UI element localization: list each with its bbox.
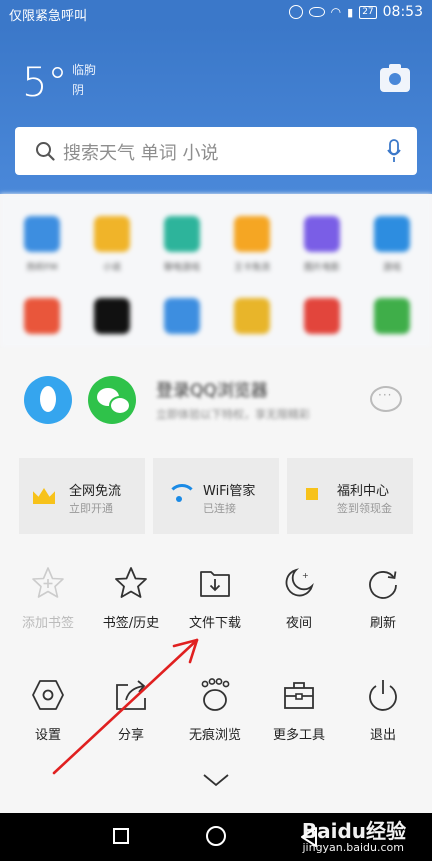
- menu-incognito[interactable]: 无痕浏览: [172, 678, 258, 768]
- menu-file-download[interactable]: 文件下载: [172, 566, 258, 656]
- power-icon: [369, 680, 397, 711]
- battery-indicator: 27: [359, 5, 377, 19]
- system-nav-bar: Baidu经验 jingyan.baidu.com: [0, 813, 432, 861]
- service-card-welfare[interactable]: 福利中心 签到领现金: [287, 458, 413, 534]
- eye-comfort-icon: [308, 7, 325, 17]
- shortcut-tile[interactable]: [234, 216, 270, 252]
- menu-bookmarks-history[interactable]: 书签/历史: [88, 566, 174, 656]
- service-title: 福利中心: [337, 484, 390, 499]
- menu-label: 退出: [369, 728, 396, 743]
- signal-icon: ▮: [347, 5, 354, 19]
- service-title: 全网免流: [69, 484, 122, 499]
- share-icon: [116, 680, 146, 710]
- shortcut-tile[interactable]: [374, 298, 410, 334]
- wifi-status-icon: ◠: [330, 5, 342, 19]
- crown-icon: [33, 488, 55, 504]
- settings-hexagon-icon: [32, 680, 64, 710]
- incognito-paw-icon: [201, 678, 230, 711]
- menu-label: 文件下载: [188, 616, 241, 631]
- shortcut-tile[interactable]: [304, 216, 340, 252]
- message-icon[interactable]: [370, 386, 402, 412]
- svg-text:+: +: [302, 571, 309, 580]
- clock: 08:53: [382, 4, 423, 20]
- wechat-login-icon[interactable]: [88, 376, 136, 424]
- search-icon: [36, 142, 55, 161]
- wifi-icon: [167, 484, 191, 502]
- search-bar[interactable]: 搜索天气 单词 小说: [15, 127, 417, 175]
- collapse-chevron-icon[interactable]: [202, 773, 230, 787]
- shortcut-tile[interactable]: [164, 298, 200, 334]
- moon-icon: +: [285, 568, 314, 597]
- menu-more-tools[interactable]: 更多工具: [256, 678, 342, 768]
- shortcut-tile[interactable]: [94, 298, 130, 334]
- qq-login-icon[interactable]: [24, 376, 72, 424]
- status-icons: ◠ ▮ 27 08:53: [288, 4, 423, 20]
- shortcut-caption: 小说: [102, 263, 121, 273]
- star-icon: [115, 567, 147, 598]
- gift-icon: [306, 488, 318, 500]
- menu-label: 分享: [117, 728, 144, 743]
- shortcut-tile[interactable]: [304, 298, 340, 334]
- menu-exit[interactable]: 退出: [340, 678, 426, 768]
- menu-label: 夜间: [285, 616, 312, 631]
- login-subtitle: 立即体验以下特权，享无限精彩: [156, 408, 310, 421]
- menu-refresh[interactable]: 刷新: [340, 566, 426, 656]
- shortcut-caption: 图片电影: [303, 263, 340, 273]
- weather-location-block[interactable]: 临朐 阴: [72, 60, 96, 100]
- add-bookmark-icon: [32, 567, 64, 598]
- service-card-free-data[interactable]: 全网免流 立即开通: [19, 458, 145, 534]
- menu-label: 添加书签: [21, 616, 74, 631]
- service-subtitle: 签到领现金: [337, 502, 392, 515]
- login-title: 登录QQ浏览器: [156, 381, 268, 401]
- menu-label: 刷新: [369, 616, 396, 631]
- browser-home-background: 5° 临朐 阴 搜索天气 单词 小说 热听FM 小说 聊电游戏 王卡免流 图片电…: [0, 26, 432, 348]
- weather-condition: 阴: [72, 83, 85, 97]
- weather-temperature[interactable]: 5°: [22, 60, 67, 106]
- shortcut-grid: 热听FM 小说 聊电游戏 王卡免流 图片电影 游戏: [0, 194, 432, 348]
- shortcut-caption: 聊电游戏: [163, 263, 200, 273]
- menu-share[interactable]: 分享: [88, 678, 174, 768]
- menu-night-mode[interactable]: + 夜间: [256, 566, 342, 656]
- status-text: 仅限紧急呼叫: [9, 9, 88, 24]
- shortcut-tile[interactable]: [374, 216, 410, 252]
- recent-apps-icon[interactable]: [113, 828, 129, 844]
- toolbox-icon: [284, 682, 314, 709]
- service-subtitle: 立即开通: [69, 502, 113, 515]
- menu-label: 设置: [34, 728, 61, 743]
- watermark-brand: Baidu经验: [301, 819, 406, 843]
- home-header: 5° 临朐 阴 搜索天气 单词 小说: [0, 26, 432, 194]
- shortcut-tile[interactable]: [234, 298, 270, 334]
- menu-add-bookmark[interactable]: 添加书签: [5, 566, 91, 656]
- microphone-icon[interactable]: [387, 139, 401, 163]
- login-row[interactable]: 登录QQ浏览器 立即体验以下特权，享无限精彩: [0, 348, 432, 450]
- home-icon[interactable]: [206, 826, 226, 846]
- service-title: WiFi管家: [203, 484, 256, 499]
- shortcut-tile[interactable]: [24, 216, 60, 252]
- shortcut-caption: 王卡免流: [233, 263, 270, 273]
- menu-settings[interactable]: 设置: [5, 678, 91, 768]
- watermark-url: jingyan.baidu.com: [302, 841, 404, 854]
- shortcut-tile[interactable]: [24, 298, 60, 334]
- weather-location: 临朐: [72, 63, 97, 77]
- menu-label: 书签/历史: [102, 616, 160, 631]
- download-folder-icon: [200, 571, 230, 597]
- shortcut-tile[interactable]: [164, 216, 200, 252]
- shortcut-caption: 游戏: [382, 263, 401, 273]
- nfc-icon: [288, 5, 303, 19]
- camera-icon[interactable]: [380, 64, 410, 92]
- shortcut-tile[interactable]: [94, 216, 130, 252]
- menu-label: 无痕浏览: [188, 728, 241, 743]
- status-bar: 仅限紧急呼叫 ◠ ▮ 27 08:53: [0, 0, 432, 26]
- refresh-icon: [369, 571, 397, 599]
- service-subtitle: 已连接: [203, 502, 236, 515]
- browser-menu-sheet: 登录QQ浏览器 立即体验以下特权，享无限精彩 全网免流 立即开通 WiFi管家 …: [0, 348, 432, 813]
- service-card-wifi[interactable]: WiFi管家 已连接: [153, 458, 279, 534]
- menu-label: 更多工具: [272, 728, 325, 743]
- shortcut-caption: 热听FM: [26, 263, 58, 273]
- search-placeholder: 搜索天气 单词 小说: [63, 143, 219, 164]
